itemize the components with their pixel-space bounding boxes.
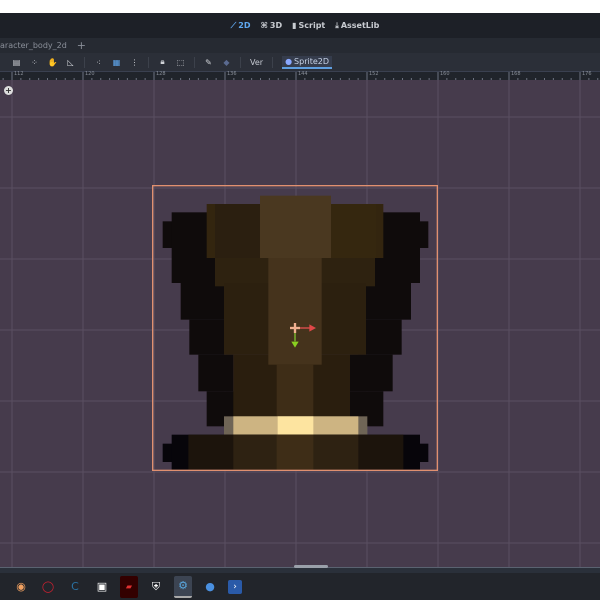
view-menu[interactable]: Ver [250,58,263,67]
bottom-band [162,434,429,470]
add-origin-icon[interactable]: + [4,86,13,95]
powershell-icon[interactable]: › [228,579,242,594]
ruler-label: 152 [369,71,379,77]
assetlib-icon: ⤓ [335,20,339,30]
snap-options-icon[interactable]: ⋮ [130,58,139,67]
workspace-switcher: ⟋ 2D ⌘ 3D ▮ Script ⤓ AssetLib [0,13,600,38]
2d-viewport[interactable]: + [0,80,600,567]
divider [240,56,241,68]
sprite2d-character-body[interactable] [150,183,440,473]
script-icon: ▮ [292,21,297,30]
pan-tool-icon[interactable]: ✋ [48,58,58,67]
2d-workspace-button[interactable]: ⟋ 2D [231,21,251,31]
2d-icon: ⟋ [230,20,237,30]
shield-app-icon[interactable]: ⛨ [147,576,165,598]
godot-icon[interactable]: ⚙ [174,575,192,598]
belt-highlight [224,416,368,435]
divider [194,56,195,68]
divider [148,56,149,68]
script-workspace-button[interactable]: ▮ Script [292,21,325,30]
grid-snap-icon[interactable]: ▦ [112,58,121,67]
media-player-icon[interactable]: ◉ [12,576,30,598]
select-tool-icon[interactable]: ▤ [12,58,21,67]
group-icon[interactable]: ⬚ [176,58,185,67]
opera-icon[interactable]: ◯ [39,576,57,598]
3d-workspace-button[interactable]: ⌘ 3D [260,21,282,30]
ruler-label: 144 [298,71,308,77]
assetlib-workspace-button[interactable]: ⤓ AssetLib [335,21,379,31]
ruler-label: 136 [227,71,237,77]
divider [84,56,85,68]
lock-icon[interactable]: 🔒︎ [158,57,167,67]
3d-icon: ⌘ [260,21,268,30]
move-tool-icon[interactable]: ⁘ [30,58,39,67]
bone-icon[interactable]: ✎ [204,58,213,67]
scene-tabs: aracter_body_2d + [0,38,600,53]
divider [272,56,274,68]
scene-tab[interactable]: aracter_body_2d [0,41,67,50]
sprite2d-menu[interactable]: ● Sprite2D [282,55,333,69]
ruler-label: 120 [85,71,95,77]
camera-icon[interactable]: ◆ [222,58,231,67]
add-scene-tab-button[interactable]: + [77,39,86,52]
canvas-toolbar: ▤ ⁘ ✋ ◺ ⁖ ▦ ⋮ 🔒︎ ⬚ ✎ ◆ Ver ● Sprite2D [0,53,600,71]
scrollbar-thumb[interactable] [294,565,328,568]
sprite2d-icon: ● [285,56,293,66]
ruler-tool-icon[interactable]: ◺ [66,58,75,67]
horizontal-ruler[interactable]: 112 120 128 136 144 152 160 168 176 [0,71,600,81]
ruler-label: 176 [582,71,592,77]
app-c-icon[interactable]: C [66,576,84,598]
taskbar: ◉ ◯ C ▣ ▰ ⛨ ⚙ ● › [0,573,600,600]
ruler-label: 160 [440,71,450,77]
top-strip [0,0,600,13]
ruler-label: 112 [14,71,24,77]
ruler-label: 128 [156,71,166,77]
ruler-label: 168 [511,71,521,77]
app-blue-circle-icon[interactable]: ● [201,576,219,598]
app-red-icon[interactable]: ▰ [120,575,138,598]
smart-snap-icon[interactable]: ⁖ [94,58,103,67]
app-square-icon[interactable]: ▣ [93,576,111,598]
